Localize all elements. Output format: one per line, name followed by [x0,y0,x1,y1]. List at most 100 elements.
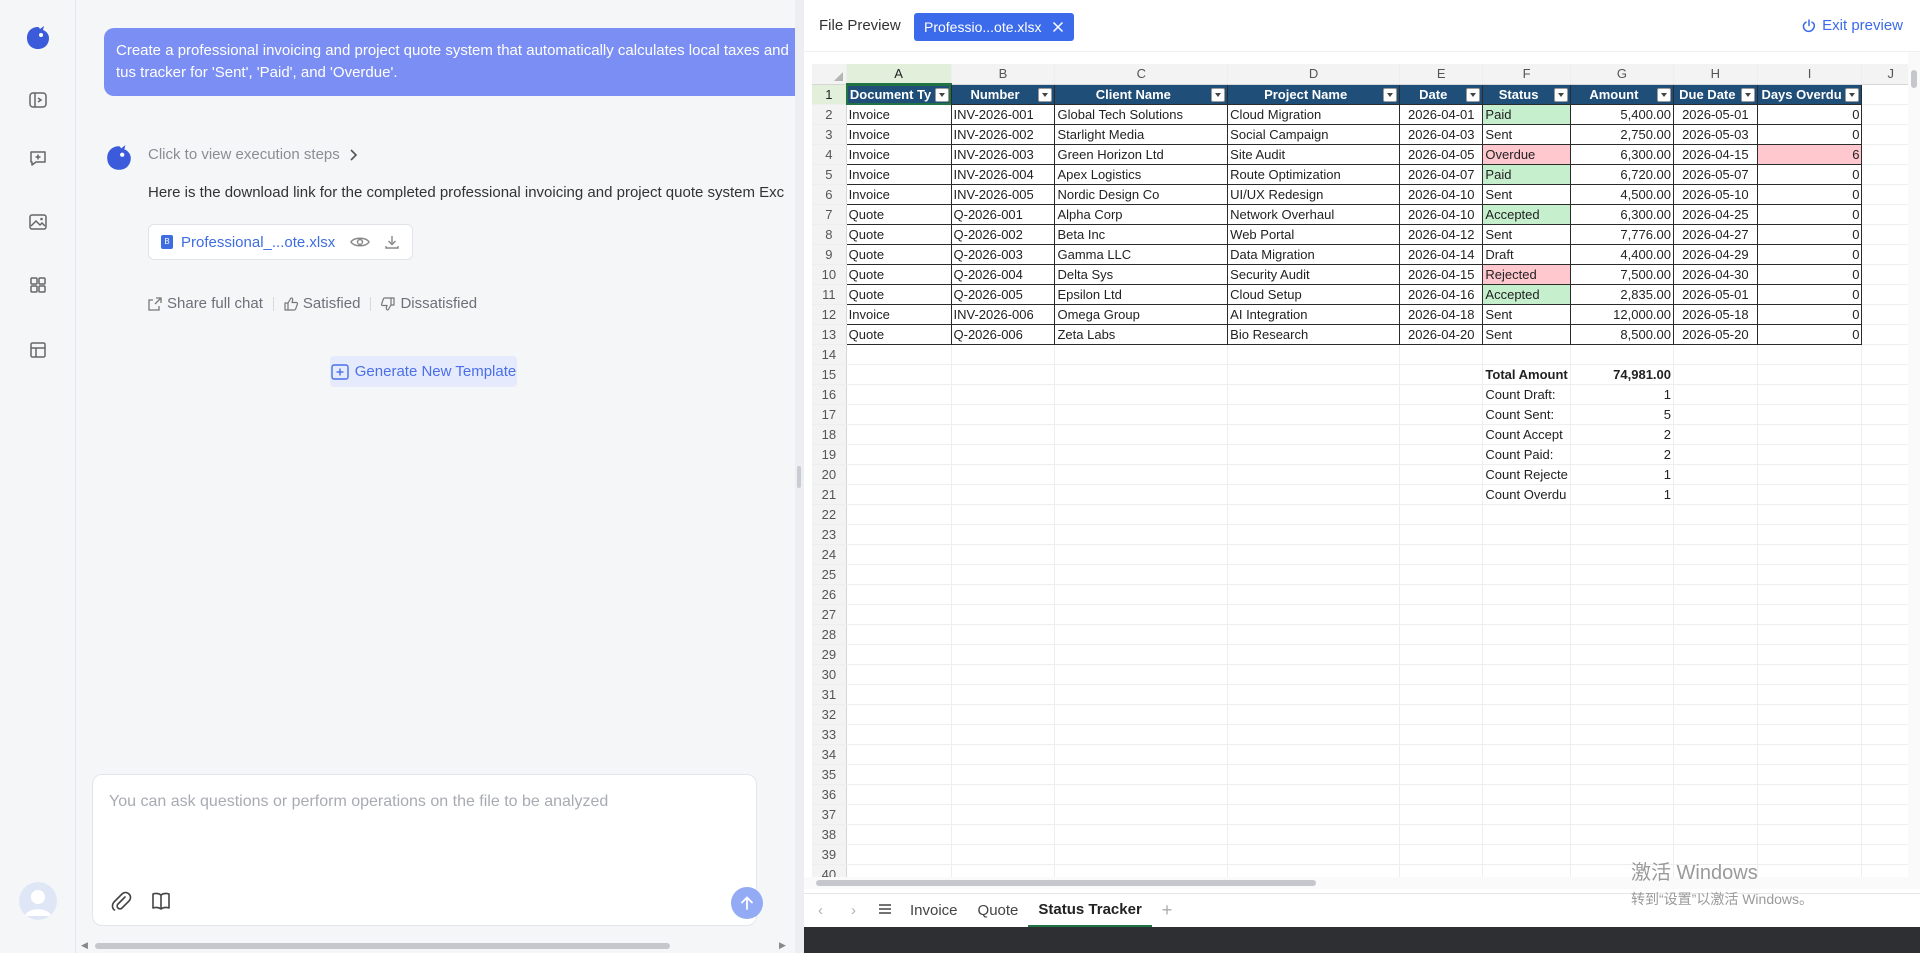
cell[interactable] [951,384,1056,405]
filter-dropdown-icon[interactable] [1038,87,1053,102]
cell[interactable] [1570,524,1675,545]
cell[interactable]: 2026-04-10 [1399,184,1484,205]
cell[interactable]: 0 [1756,204,1863,225]
cell[interactable]: Cloud Setup [1227,284,1401,305]
cell[interactable] [1054,604,1229,625]
cell[interactable] [1673,464,1758,485]
user-avatar[interactable] [19,882,57,920]
cell[interactable] [1054,384,1229,405]
cell[interactable] [1399,644,1484,665]
cell[interactable] [1399,544,1484,565]
image-gallery-icon[interactable] [26,210,50,234]
row-header[interactable]: 6 [812,184,847,205]
cell[interactable] [951,684,1056,705]
row-header[interactable]: 12 [812,304,847,325]
cell[interactable]: Q-2026-006 [950,324,1056,345]
cell[interactable] [1054,724,1229,745]
app-logo-icon[interactable] [24,24,52,52]
cell[interactable] [951,604,1056,625]
cell[interactable] [1399,724,1484,745]
cell[interactable] [1482,504,1571,525]
cell[interactable] [1227,704,1401,725]
cell[interactable] [1399,824,1484,845]
cell[interactable] [1054,704,1229,725]
summary-label[interactable]: Total Amount [1482,364,1571,385]
row-header[interactable]: 37 [812,804,847,825]
cell[interactable]: 0 [1756,224,1863,245]
status-cell[interactable]: Sent [1482,304,1571,325]
cell[interactable] [846,344,952,365]
summary-value[interactable]: 1 [1570,484,1675,505]
column-header[interactable]: D [1227,64,1401,85]
book-knowledge-icon[interactable] [149,889,173,913]
status-cell[interactable]: Accepted [1482,204,1571,225]
cell[interactable] [1673,524,1758,545]
cell[interactable] [1757,744,1863,765]
row-header[interactable]: 25 [812,564,847,585]
cell[interactable] [1757,644,1863,665]
cell[interactable] [1673,604,1758,625]
row-header[interactable]: 20 [812,464,847,485]
cell[interactable]: Zeta Labs [1054,324,1229,345]
cell[interactable] [1673,844,1758,865]
cell[interactable] [1673,824,1758,845]
row-header[interactable]: 1 [812,84,847,105]
toggle-sidebar-icon[interactable] [26,88,50,112]
cell[interactable] [1757,624,1863,645]
cell[interactable]: Apex Logistics [1054,164,1229,185]
summary-value[interactable]: 74,981.00 [1570,364,1675,385]
cell[interactable] [1570,724,1675,745]
cell[interactable] [1673,624,1758,645]
cell[interactable] [1054,564,1229,585]
header-cell[interactable]: Number [950,83,1056,105]
column-header[interactable]: A [846,64,952,85]
cell[interactable] [1227,744,1401,765]
cell[interactable]: Q-2026-003 [950,244,1056,265]
cell[interactable] [1673,444,1758,465]
cell[interactable] [1227,644,1401,665]
cell[interactable]: 6,720.00 [1569,164,1675,185]
cell[interactable]: 6,300.00 [1569,144,1675,165]
status-cell[interactable]: Accepted [1482,284,1571,305]
cell[interactable] [1227,544,1401,565]
cell[interactable] [846,804,952,825]
cell[interactable] [1399,744,1484,765]
cell[interactable] [951,564,1056,585]
cell[interactable] [1757,344,1863,365]
cell[interactable] [1399,444,1484,465]
cell[interactable] [1399,484,1484,505]
cell[interactable] [1482,664,1571,685]
generate-new-template-button[interactable]: Generate New Template [330,356,517,387]
cell[interactable] [1757,704,1863,725]
row-header[interactable]: 21 [812,484,847,505]
sheet-vertical-scrollbar[interactable] [1908,52,1920,887]
summary-label[interactable]: Count Sent: [1482,404,1571,425]
column-header[interactable]: G [1570,64,1675,85]
spreadsheet-grid[interactable]: A B C D E F G H I J 1 Document Ty Number Client Name P… [812,64,1920,885]
summary-label[interactable]: Count Overdu [1482,484,1571,505]
row-header[interactable]: 8 [812,224,847,245]
cell[interactable] [1757,784,1863,805]
cell[interactable] [1227,664,1401,685]
cell[interactable] [1482,624,1571,645]
cell[interactable] [1673,584,1758,605]
cell[interactable] [846,424,952,445]
cell[interactable] [1227,564,1401,585]
cell[interactable]: Nordic Design Co [1054,184,1229,205]
cell[interactable] [1054,444,1229,465]
cell[interactable] [951,624,1056,645]
cell[interactable] [846,564,952,585]
row-header[interactable]: 7 [812,204,847,225]
scrollbar-thumb[interactable] [1911,70,1917,88]
cell[interactable]: 2026-04-18 [1399,304,1484,325]
cell[interactable] [951,724,1056,745]
row-header[interactable]: 11 [812,284,847,305]
cell[interactable] [1399,764,1484,785]
preview-file-tab[interactable]: Professio...ote.xlsx [914,13,1074,41]
cell[interactable]: Quote [845,284,952,305]
cell[interactable]: Cloud Migration [1227,104,1401,125]
column-header[interactable]: C [1054,64,1229,85]
header-cell[interactable]: Status [1482,83,1571,105]
cell[interactable] [1757,364,1863,385]
column-header[interactable]: E [1399,64,1484,85]
